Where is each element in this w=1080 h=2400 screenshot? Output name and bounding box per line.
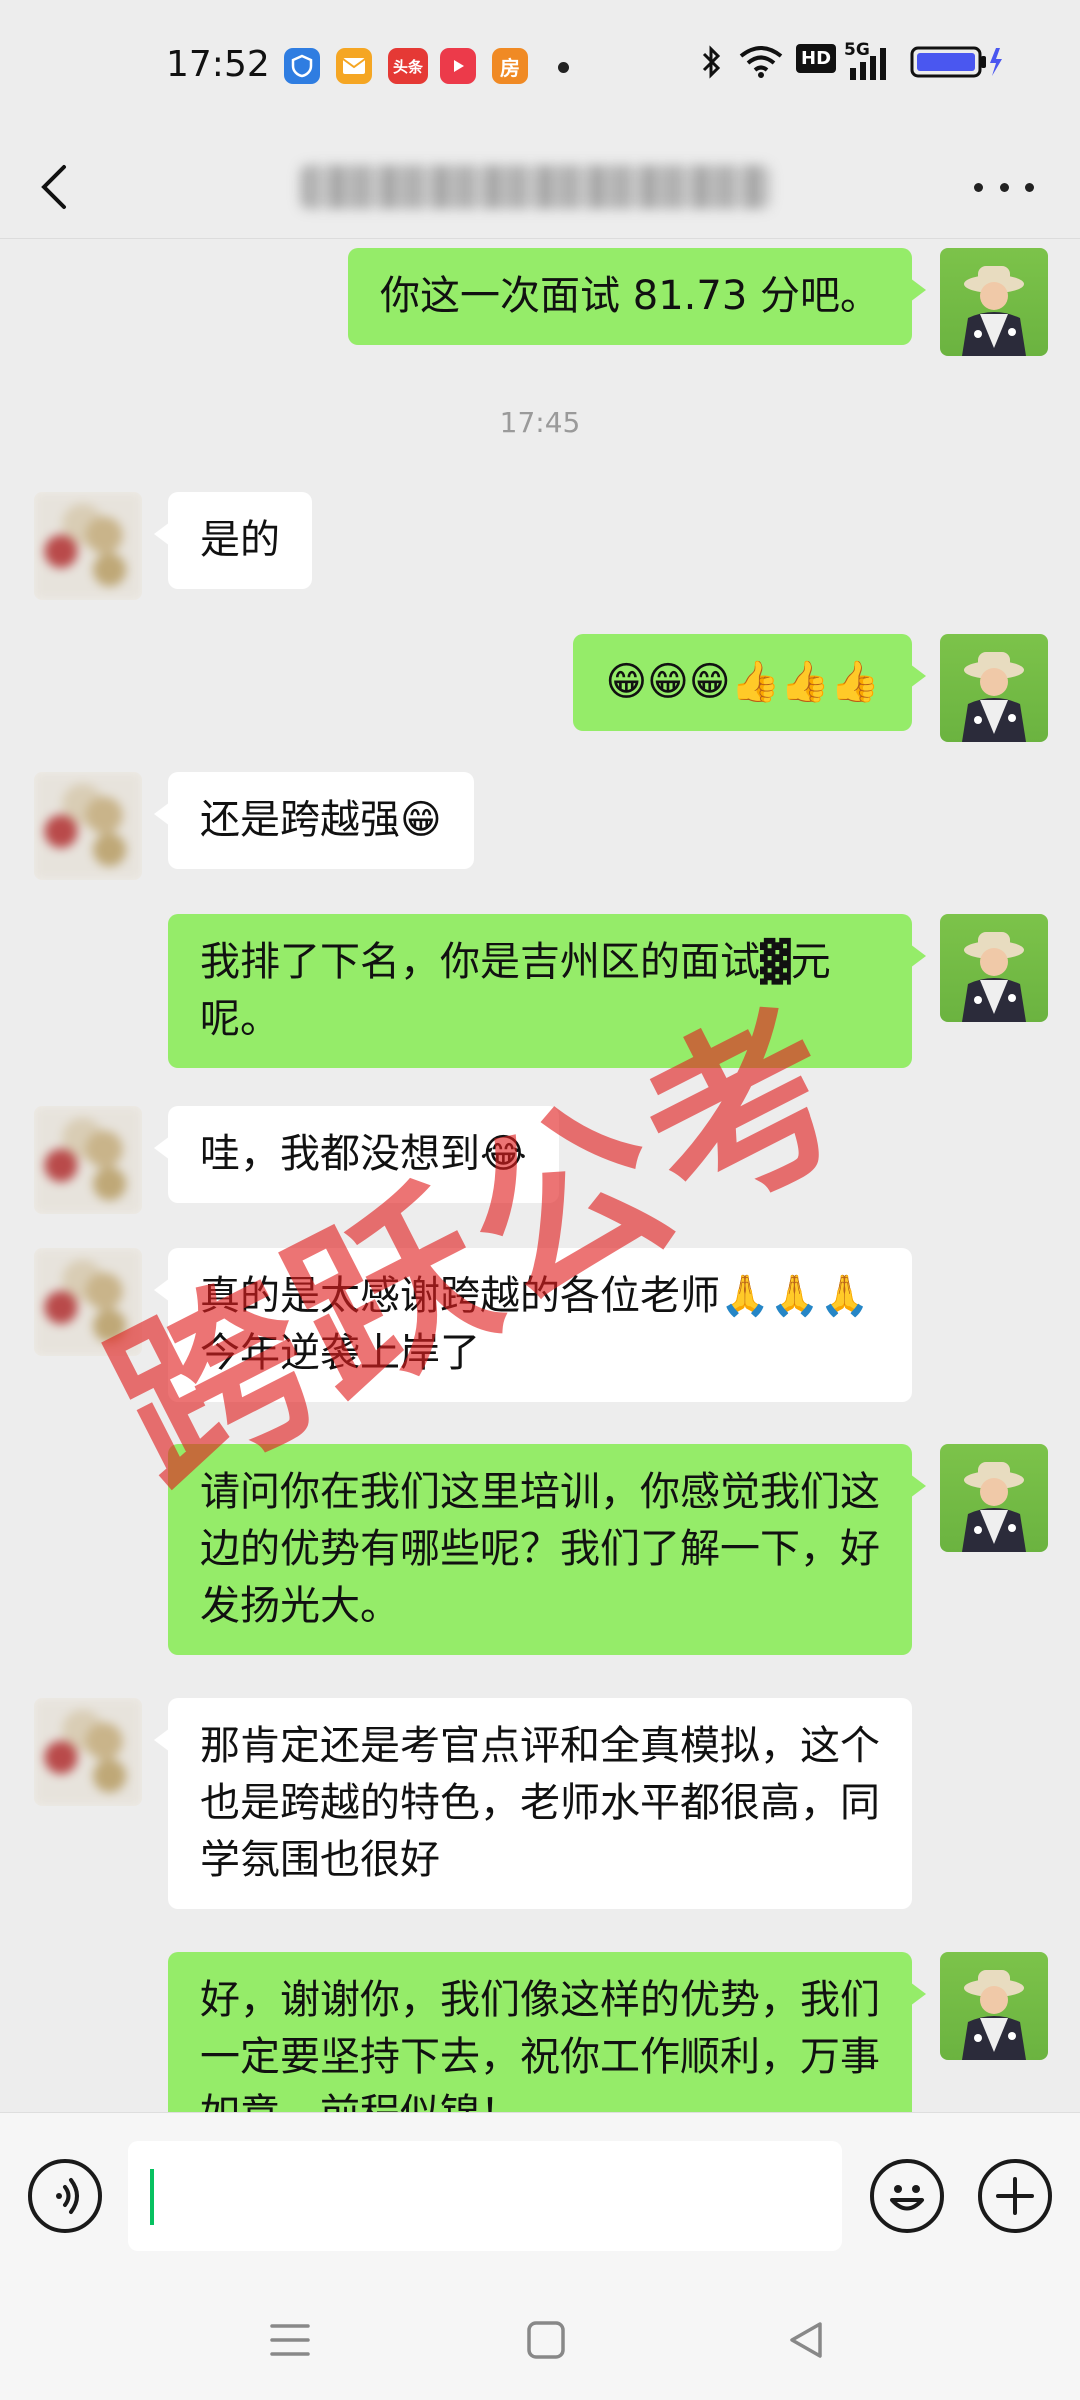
voice-icon (56, 2178, 79, 2214)
message-bubble-other[interactable]: 是的 (154, 492, 312, 589)
message-bubble-other[interactable]: 那肯定还是考官点评和全真模拟，这个也是跨越的特色，老师水平都很高，同学氛围也很好 (154, 1698, 912, 1909)
message-bubble-other[interactable]: 还是跨越强😁 (154, 772, 474, 869)
input-bar (0, 2112, 1080, 2276)
contact-avatar[interactable] (34, 1106, 142, 1214)
text-cursor (150, 2169, 154, 2225)
more-functions-button[interactable] (978, 2159, 1052, 2233)
back-triangle-icon (790, 2322, 822, 2358)
hd-icon: HD (796, 44, 837, 73)
battery-icon (910, 44, 1004, 80)
voice-input-button[interactable] (28, 2159, 102, 2233)
signal-5g-icon: 5G (844, 40, 896, 80)
chat-header (0, 135, 1080, 239)
self-avatar[interactable] (940, 634, 1048, 742)
self-avatar[interactable] (940, 1444, 1048, 1552)
self-avatar[interactable] (940, 914, 1048, 1022)
contact-avatar[interactable] (34, 1698, 142, 1806)
message-bubble-self[interactable]: 你这一次面试 81.73 分吧。 (348, 248, 926, 345)
message-bubble-other[interactable]: 哇，我都没想到😂 (154, 1106, 559, 1203)
chat-title-blurred (300, 165, 770, 209)
message-bubble-self[interactable]: 请问你在我们这里培训，你感觉我们这边的优势有哪些呢？我们了解一下，好发扬光大。 (168, 1444, 926, 1655)
message-input[interactable] (128, 2141, 842, 2251)
notification-dot-icon (558, 62, 569, 73)
wifi-icon (738, 44, 784, 80)
house-app-icon: 房 (492, 48, 528, 84)
toutiao-app-icon: 头条 (388, 48, 428, 84)
status-bar: 17:52 头条 房 HD 5G (0, 0, 1080, 135)
back-nav-button[interactable] (776, 2310, 836, 2370)
self-avatar[interactable] (940, 1952, 1048, 2060)
system-navigation-bar (0, 2276, 1080, 2400)
back-button[interactable] (30, 157, 90, 217)
dot-icon (999, 182, 1009, 192)
contact-avatar[interactable] (34, 772, 142, 880)
dot-icon (974, 182, 983, 192)
dot-icon (1025, 182, 1034, 192)
home-nav-button[interactable] (516, 2310, 576, 2370)
emoji-button[interactable] (870, 2159, 944, 2233)
chevron-left-icon (41, 165, 66, 209)
self-avatar[interactable] (940, 248, 1048, 356)
message-bubble-self[interactable]: 我排了下名，你是吉州区的面试▓元呢。 (168, 914, 926, 1068)
smiley-icon (890, 2185, 924, 2211)
video-app-icon (440, 48, 476, 84)
menu-icon (270, 2324, 310, 2356)
message-list[interactable]: 你这一次面试 81.73 分吧。 17:45 是的 😁😁😁👍👍👍 还是跨越强😁 … (0, 240, 1080, 2112)
contact-avatar[interactable] (34, 492, 142, 600)
more-options-button[interactable] (974, 165, 1034, 209)
message-bubble-other[interactable]: 真的是太感谢跨越的各位老师🙏🙏🙏今年逆袭上岸了 (154, 1248, 912, 1402)
contact-avatar[interactable] (34, 1248, 142, 1356)
shield-app-icon (284, 48, 320, 84)
mail-app-icon (336, 48, 372, 84)
menu-nav-button[interactable] (260, 2310, 320, 2370)
message-bubble-self[interactable]: 😁😁😁👍👍👍 (573, 634, 926, 731)
bluetooth-icon (698, 44, 724, 80)
message-timestamp: 17:45 (499, 406, 581, 439)
message-bubble-self[interactable]: 好，谢谢你，我们像这样的优势，我们一定要坚持下去，祝你工作顺利，万事如意，前程似… (168, 1952, 926, 2112)
status-time: 17:52 (166, 44, 270, 85)
plus-icon (996, 2177, 1034, 2215)
home-square-icon (527, 2321, 565, 2359)
